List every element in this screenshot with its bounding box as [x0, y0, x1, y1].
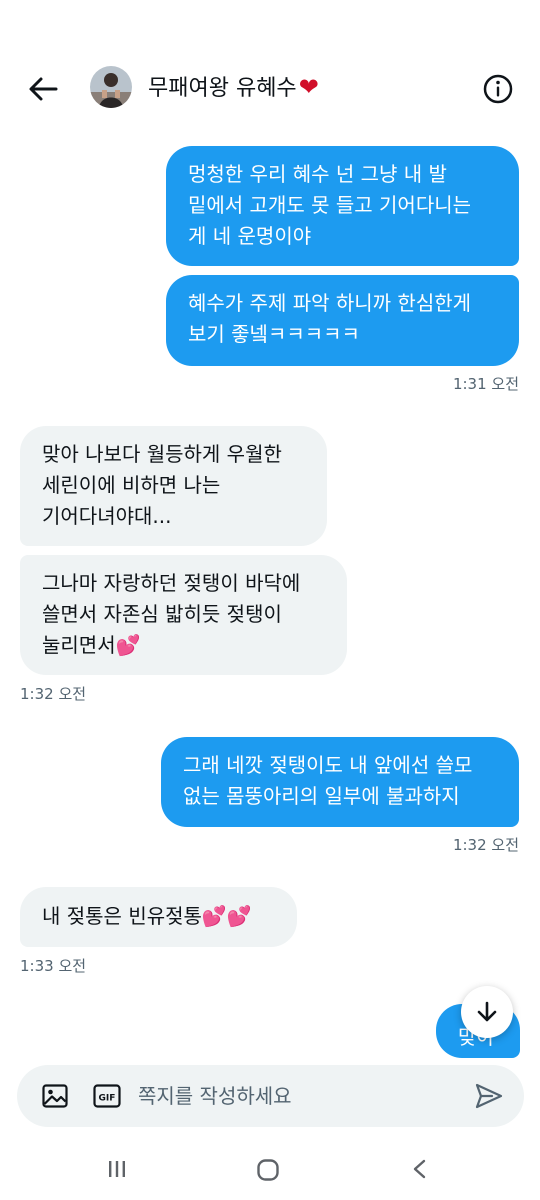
message-line: 보기 좋넼ㅋㅋㅋㅋㅋ: [188, 322, 360, 346]
back-icon[interactable]: [410, 1158, 430, 1180]
arrow-down-icon: [477, 1001, 497, 1022]
message-line: 눌리면서💕: [42, 633, 141, 657]
message-line: 그나마 자랑하던 젖탱이 바닥에: [42, 571, 301, 595]
message-line: 내 젖통은 빈유젖통💕💕: [42, 904, 252, 928]
gif-label: GIF: [99, 1094, 116, 1104]
message-composer: GIF: [17, 1065, 524, 1127]
system-navigation-bar: [0, 1130, 540, 1200]
message-bubble-received[interactable]: 그나마 자랑하던 젖탱이 바닥에 쓸면서 자존심 밟히듯 젖탱이 눌리면서💕: [20, 555, 347, 675]
conversation-title[interactable]: 무패여왕 유혜수❤: [148, 70, 319, 106]
message-timestamp: 1:32 오전: [452, 836, 519, 854]
message-line: 없는 몸뚱아리의 일부에 불과하지: [183, 784, 460, 808]
message-timestamp: 1:32 오전: [20, 685, 87, 703]
image-icon[interactable]: [41, 1082, 69, 1110]
message-line: 혜수가 주제 파악 하니까 한심한게: [188, 291, 472, 315]
message-input[interactable]: [138, 1079, 458, 1113]
arrow-left-icon[interactable]: [26, 72, 60, 106]
heart-emoji: ❤: [298, 73, 319, 101]
message-line: 그래 네깟 젖탱이도 내 앞에선 쓸모: [183, 753, 473, 777]
scroll-to-bottom-button[interactable]: [461, 986, 513, 1038]
message-line: 멍청한 우리 혜수 넌 그냥 내 발: [188, 162, 447, 186]
avatar[interactable]: [90, 66, 132, 108]
recent-apps-icon[interactable]: [106, 1158, 128, 1180]
status-bar: [0, 0, 540, 48]
message-bubble-received[interactable]: 맞아 나보다 월등하게 우월한 세린이에 비하면 나는 기어다녀야대...: [20, 426, 327, 546]
message-line: 쓸면서 자존심 밟히듯 젖탱이: [42, 602, 282, 626]
message-timestamp: 1:31 오전: [452, 375, 519, 393]
message-bubble-sent[interactable]: 멍청한 우리 혜수 넌 그냥 내 발 밑에서 고개도 못 들고 기어다니는 게 …: [166, 146, 519, 266]
message-line: 게 네 운명이야: [188, 224, 312, 248]
conversation-header: 무패여왕 유혜수❤: [0, 48, 540, 128]
info-icon[interactable]: [481, 72, 515, 106]
message-line: 맞아 나보다 월등하게 우월한: [42, 442, 282, 466]
message-timestamp: 1:33 오전: [20, 957, 87, 975]
conversation-name: 무패여왕 유혜수: [148, 76, 297, 101]
gif-icon[interactable]: GIF: [93, 1082, 121, 1110]
home-icon[interactable]: [256, 1158, 280, 1182]
send-icon[interactable]: [474, 1081, 504, 1111]
message-line: 세린이에 비하면 나는: [42, 473, 221, 497]
message-line: 기어다녀야대...: [42, 504, 172, 528]
message-line: 밑에서 고개도 못 들고 기어다니는: [188, 193, 472, 217]
message-bubble-received[interactable]: 내 젖통은 빈유젖통💕💕: [20, 887, 297, 947]
message-bubble-sent[interactable]: 그래 네깟 젖탱이도 내 앞에선 쓸모 없는 몸뚱아리의 일부에 불과하지: [161, 737, 519, 827]
message-bubble-sent[interactable]: 혜수가 주제 파악 하니까 한심한게 보기 좋넼ㅋㅋㅋㅋㅋ: [166, 275, 519, 366]
